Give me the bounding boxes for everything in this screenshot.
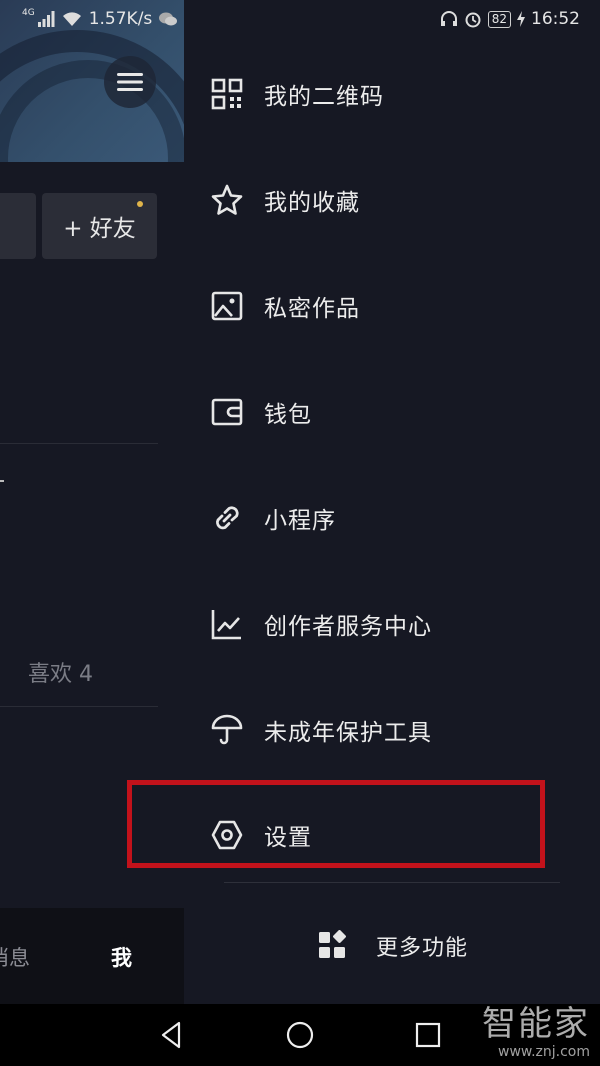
watermark-url: www.znj.com — [498, 1044, 590, 1060]
menu-item-qr-code[interactable]: 我的二维码 — [184, 54, 600, 134]
status-right: 82 16:52 — [440, 9, 580, 29]
divider — [224, 882, 560, 883]
menu-item-label: 未成年保护工具 — [264, 720, 432, 746]
link-icon — [216, 506, 239, 530]
menu-item-label: 私密作品 — [264, 296, 360, 322]
menu-item-label: 我的二维码 — [264, 84, 384, 110]
recents-icon[interactable] — [413, 1020, 443, 1050]
menu-item-label: 创作者服务中心 — [264, 614, 432, 640]
headset-icon — [440, 11, 457, 26]
signal-icon — [37, 11, 55, 27]
more-features-label: 更多功能 — [376, 936, 469, 961]
menu-item-private-works[interactable]: 私密作品 — [184, 266, 600, 346]
back-icon[interactable] — [157, 1020, 187, 1050]
edit-profile-button[interactable] — [0, 193, 36, 259]
menu-item-favorites[interactable]: 我的收藏 — [184, 160, 600, 240]
settings-hexagon-icon — [211, 820, 243, 850]
menu-item-creator-center[interactable]: 创作者服务中心 — [184, 584, 600, 664]
hamburger-icon — [117, 73, 143, 91]
tab-likes[interactable]: 喜欢 4 — [28, 656, 93, 688]
battery-level: 82 — [487, 10, 511, 28]
network-type: 4G — [22, 8, 35, 18]
alarm-icon — [465, 12, 481, 28]
notification-dot — [137, 201, 143, 207]
add-friend-label: + 好友 — [63, 216, 136, 242]
clock: 16:52 — [531, 9, 580, 29]
wallet-icon — [211, 398, 243, 426]
profile-page-background: + 好友 喜欢 4 消息 我 — [0, 0, 184, 1004]
home-icon[interactable] — [285, 1020, 315, 1050]
umbrella-icon — [211, 714, 243, 745]
bottom-nav: 消息 我 — [0, 908, 184, 1004]
menu-item-label: 设置 — [264, 825, 312, 851]
image-icon — [211, 291, 243, 321]
status-left: 4G 1.57K/s — [22, 8, 178, 29]
menu-item-minor-protection[interactable]: 未成年保护工具 — [184, 690, 600, 770]
more-features-button[interactable]: 更多功能 — [314, 915, 514, 975]
wechat-icon — [159, 12, 178, 26]
charging-icon — [517, 11, 525, 27]
apps-grid-icon — [319, 930, 346, 958]
divider — [0, 443, 158, 444]
add-friend-button[interactable]: + 好友 — [42, 193, 157, 259]
menu-item-mini-programs[interactable]: 小程序 — [184, 478, 600, 558]
system-navigation-bar: 智能家 www.znj.com — [0, 1004, 600, 1066]
text-fragment — [0, 480, 4, 482]
status-bar: 4G 1.57K/s 82 16:52 — [0, 0, 600, 42]
star-icon — [211, 184, 243, 215]
watermark-logo: 智能家 — [482, 1004, 590, 1044]
watermark: 智能家 www.znj.com — [480, 1004, 590, 1066]
wifi-icon — [62, 12, 81, 26]
menu-item-label: 钱包 — [264, 402, 312, 428]
side-drawer: 我的二维码 我的收藏 私密作品 钱包 小程序 创作者服务中心 未成年保护工具 设… — [184, 0, 600, 1004]
qr-code-icon — [211, 78, 243, 110]
nav-me[interactable]: 我 — [111, 942, 132, 972]
nav-messages[interactable]: 消息 — [0, 942, 30, 972]
menu-item-label: 我的收藏 — [264, 190, 360, 216]
menu-button[interactable] — [104, 56, 156, 108]
network-speed: 1.57K/s — [88, 9, 153, 29]
divider — [0, 706, 158, 707]
menu-item-label: 小程序 — [264, 508, 336, 534]
menu-item-wallet[interactable]: 钱包 — [184, 372, 600, 452]
menu-item-settings[interactable]: 设置 — [184, 795, 600, 875]
chart-icon — [211, 610, 241, 640]
